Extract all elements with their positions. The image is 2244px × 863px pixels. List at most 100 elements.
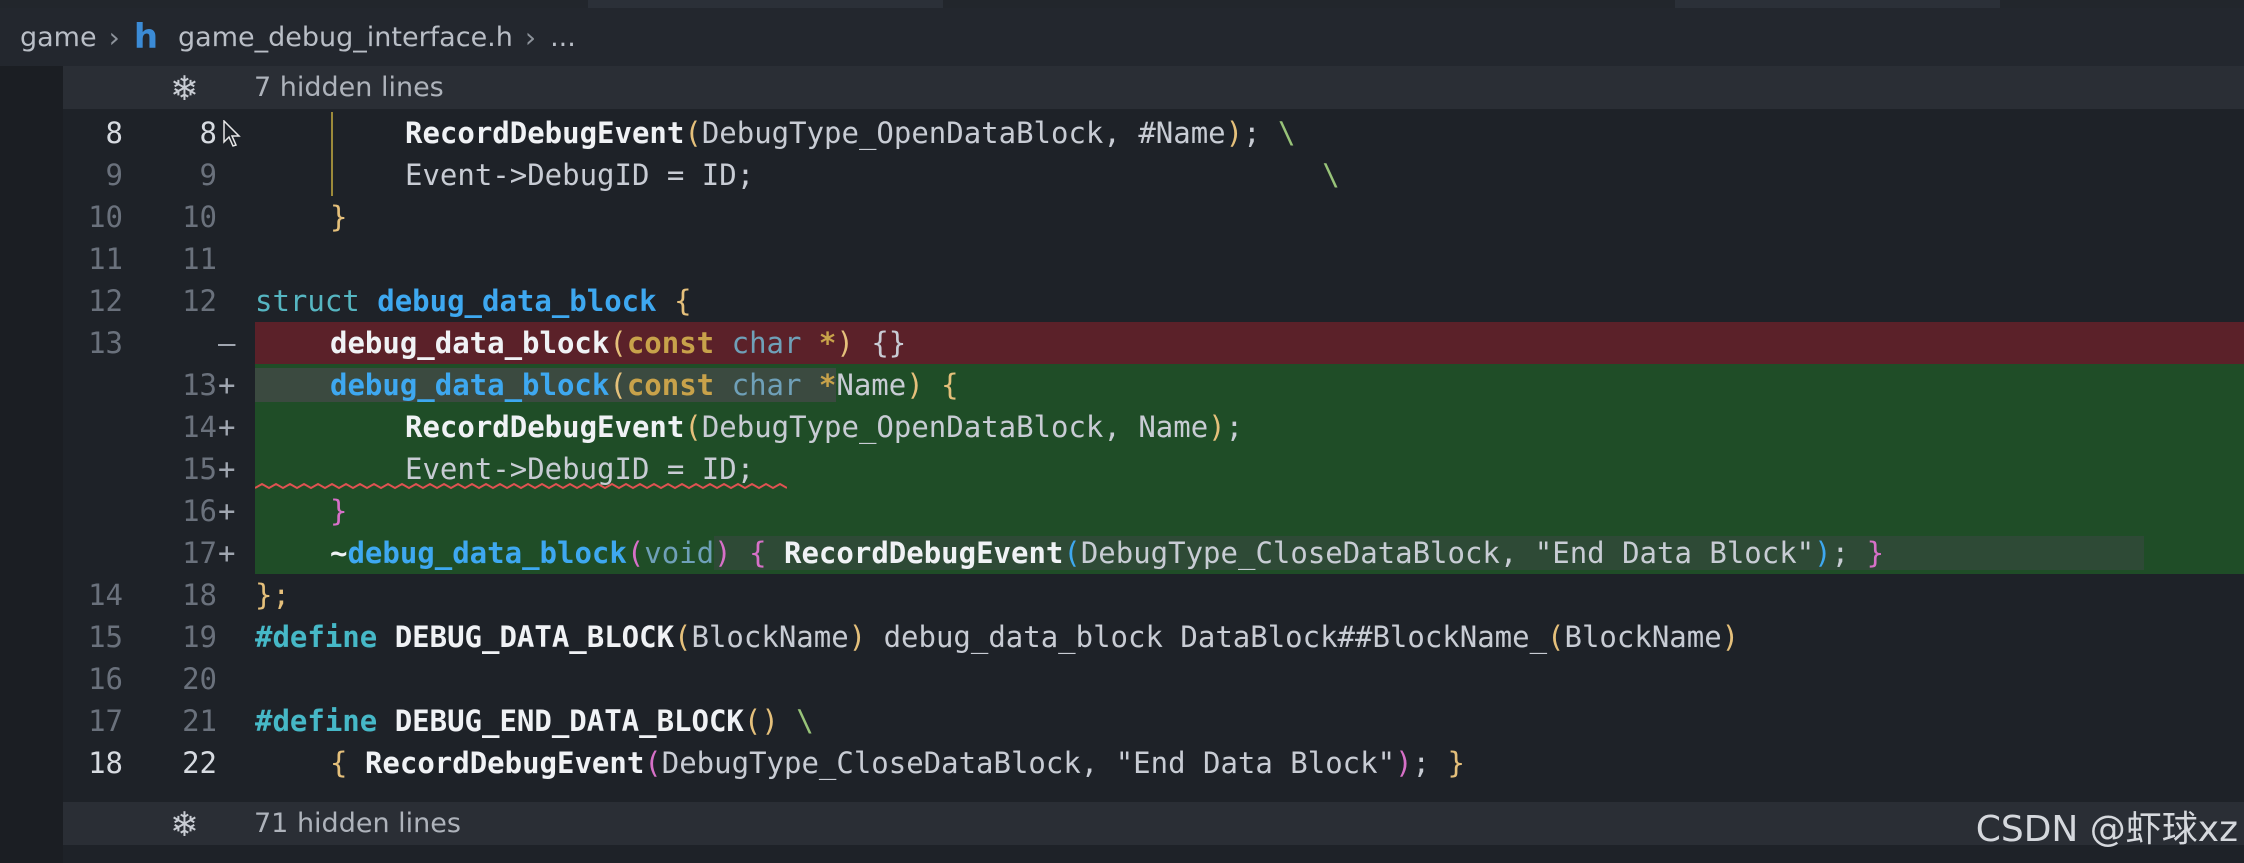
watermark: CSDN @虾球xz	[1975, 809, 2238, 850]
token: {}	[853, 326, 907, 360]
new-line-number: 12	[182, 284, 217, 318]
code-line[interactable]: 16 20	[63, 658, 2244, 700]
token: DebugType_OpenDataBlock, #Name	[701, 116, 1226, 150]
code-text: }	[255, 490, 2244, 532]
code-text: #define DEBUG_END_DATA_BLOCK() \	[255, 700, 2244, 742]
old-line-number: 10	[88, 200, 123, 234]
token: ()	[743, 704, 779, 738]
token: {	[749, 536, 767, 570]
hidden-lines-label: 71 hidden lines	[254, 808, 461, 839]
token: BlockName	[691, 620, 849, 654]
breadcrumb-file[interactable]: game_debug_interface.h	[178, 22, 513, 53]
new-line-number: 18	[182, 578, 217, 612]
hidden-lines-bottom[interactable]: ❄ 71 hidden lines	[63, 802, 2244, 845]
token: (	[684, 410, 702, 444]
fold-icon[interactable]: ❄	[170, 69, 199, 109]
token: )	[1395, 746, 1413, 780]
token: {	[941, 368, 959, 402]
new-line-number: 15	[182, 452, 217, 486]
activity-gutter	[0, 66, 63, 863]
token: }	[330, 494, 348, 528]
new-line-number: 20	[182, 662, 217, 696]
token: }	[1866, 536, 1885, 570]
token: (	[626, 536, 645, 570]
code-line[interactable]: 18 22 { RecordDebugEvent(DebugType_Close…	[63, 742, 2244, 784]
token: (	[609, 326, 627, 360]
old-line-number: 15	[88, 620, 123, 654]
tab-strip-segment	[1675, 0, 2000, 8]
code-line[interactable]: 14 18 };	[63, 574, 2244, 616]
code-text: Event->DebugID = ID; \	[255, 154, 2244, 196]
token: DEBUG_DATA_BLOCK	[394, 620, 675, 654]
token: *	[818, 368, 837, 402]
token: Event->DebugID = ID;	[405, 158, 755, 192]
code-line[interactable]: 8 8 RecordDebugEvent(DebugType_OpenDataB…	[63, 112, 2244, 154]
token: ;	[1225, 410, 1244, 444]
code-text: debug_data_block(const char *) {}	[255, 322, 2244, 364]
token: ~	[330, 536, 348, 570]
top-tab-strip	[0, 0, 2244, 8]
token: {	[330, 746, 348, 780]
chevron-right-icon: ›	[108, 20, 120, 54]
token: Event->DebugID = ID;	[405, 452, 755, 486]
breadcrumb-more[interactable]: ...	[550, 22, 576, 53]
token: }	[1447, 746, 1465, 780]
new-line-number: 13	[182, 368, 217, 402]
code-line[interactable]: 12 12 struct debug_data_block {	[63, 280, 2244, 322]
token: const	[626, 326, 715, 360]
added-line[interactable]: 15 + Event->DebugID = ID;	[63, 448, 2244, 490]
hidden-lines-label: 7 hidden lines	[254, 72, 444, 103]
token: \	[796, 704, 814, 738]
token: #define	[255, 704, 378, 738]
code-text: #define DEBUG_DATA_BLOCK(BlockName) debu…	[255, 616, 2244, 658]
token: )	[714, 536, 732, 570]
token: DEBUG_END_DATA_BLOCK	[394, 704, 744, 738]
token: )	[906, 368, 924, 402]
added-marker: +	[218, 368, 236, 402]
header-file-icon: h	[133, 17, 159, 57]
token: )	[836, 326, 854, 360]
code-line[interactable]: 17 21 #define DEBUG_END_DATA_BLOCK() \	[63, 700, 2244, 742]
token: debug_data_block	[330, 326, 610, 360]
breadcrumb-folder[interactable]: game	[20, 22, 97, 53]
code-text: RecordDebugEvent(DebugType_OpenDataBlock…	[255, 406, 2244, 448]
new-line-number: 11	[182, 242, 217, 276]
token: ;	[1831, 536, 1850, 570]
code-line[interactable]: 10 10 }	[63, 196, 2244, 238]
token: )	[1721, 620, 1740, 654]
token: char	[731, 368, 802, 402]
added-line[interactable]: 16 + }	[63, 490, 2244, 532]
added-line[interactable]: 14 + RecordDebugEvent(DebugType_OpenData…	[63, 406, 2244, 448]
old-line-number: 14	[88, 578, 123, 612]
error-squiggle	[255, 482, 787, 490]
old-line-number: 11	[88, 242, 123, 276]
added-marker: +	[218, 494, 236, 528]
token: (	[1547, 620, 1565, 654]
token: \	[1322, 158, 1340, 192]
added-marker: +	[218, 410, 236, 444]
code-text: }	[255, 196, 2244, 238]
new-line-number: 10	[182, 200, 217, 234]
code-line[interactable]: 15 19 #define DEBUG_DATA_BLOCK(BlockName…	[63, 616, 2244, 658]
new-line-number: 17	[182, 536, 217, 570]
token: char	[731, 326, 802, 360]
code-text: RecordDebugEvent(DebugType_OpenDataBlock…	[255, 112, 2244, 154]
code-line[interactable]: 11 11	[63, 238, 2244, 280]
hidden-lines-top[interactable]: ❄ 7 hidden lines	[63, 66, 2244, 109]
added-line[interactable]: 13 + debug_data_block(const char *Name) …	[63, 364, 2244, 406]
code-text: struct debug_data_block {	[255, 280, 2244, 322]
old-line-number: 18	[88, 746, 123, 780]
deleted-line[interactable]: 13 — debug_data_block(const char *) {}	[63, 322, 2244, 364]
code-line[interactable]: 9 9 Event->DebugID = ID; \	[63, 154, 2244, 196]
token: RecordDebugEvent	[784, 536, 1064, 570]
old-line-number: 16	[88, 662, 123, 696]
added-line[interactable]: 17 + ~debug_data_block(void) { RecordDeb…	[63, 532, 2244, 574]
token: {	[674, 284, 692, 318]
code-text: { RecordDebugEvent(DebugType_CloseDataBl…	[255, 742, 2244, 784]
token: }	[330, 200, 348, 234]
fold-icon[interactable]: ❄	[170, 805, 199, 845]
token: DebugType_CloseDataBlock, "End Data Bloc…	[1080, 536, 1815, 570]
old-line-number: 13	[88, 326, 123, 360]
